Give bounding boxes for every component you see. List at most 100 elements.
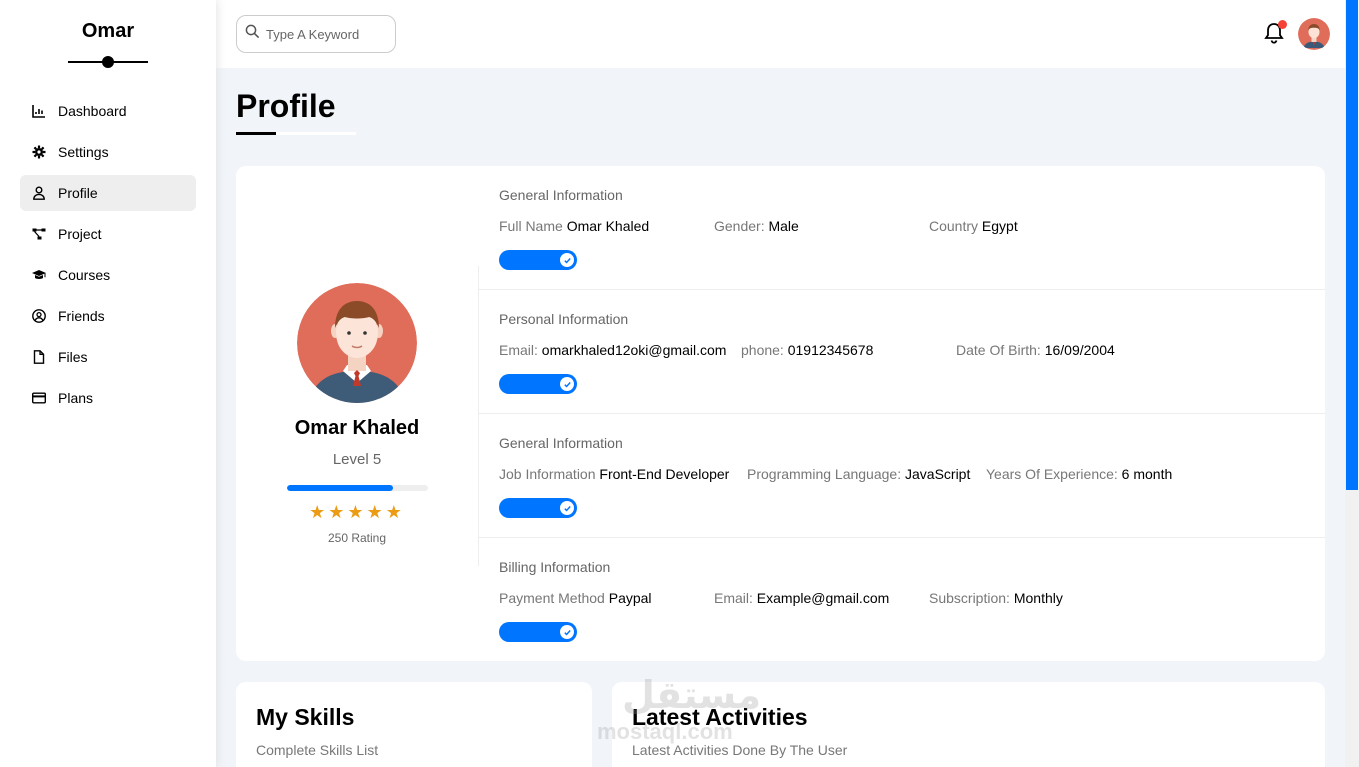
- field-label: Email:: [499, 342, 538, 358]
- field-label: Subscription:: [929, 590, 1010, 606]
- rating-count: 250 Rating: [327, 531, 387, 545]
- info-field: Gender: Male: [714, 218, 799, 234]
- field-label: Gender:: [714, 218, 765, 234]
- check-icon: [560, 377, 574, 391]
- brand-title: Omar: [81, 20, 135, 42]
- check-icon: [560, 625, 574, 639]
- skills-card: My Skills Complete Skills List: [236, 682, 592, 767]
- profile-level: Level 5: [332, 451, 382, 468]
- sidebar-item-project[interactable]: Project: [20, 216, 196, 252]
- diagram-icon: [32, 227, 46, 241]
- field-label: Date Of Birth:: [956, 342, 1041, 358]
- sidebar-item-label: Plans: [58, 390, 94, 406]
- info-field: Payment Method Paypal: [499, 590, 652, 606]
- sidebar-nav: Dashboard Settings Profile Project Cours…: [20, 93, 196, 421]
- graduation-cap-icon: [32, 268, 46, 282]
- page-title: Profile: [236, 88, 336, 124]
- sidebar-item-label: Files: [58, 349, 88, 365]
- field-value: JavaScript: [905, 466, 971, 482]
- info-section-personal: Personal Information Email: omarkhaled12…: [479, 290, 1325, 414]
- search-box[interactable]: [236, 15, 396, 53]
- section-toggle[interactable]: [499, 250, 577, 270]
- scrollbar-thumb[interactable]: [1346, 0, 1358, 490]
- watermark-arabic: مستقل: [622, 673, 761, 717]
- field-label: Country: [929, 218, 979, 234]
- field-value: Omar Khaled: [566, 218, 650, 234]
- sidebar-item-dashboard[interactable]: Dashboard: [20, 93, 196, 129]
- search-icon: [245, 24, 260, 44]
- sidebar-item-label: Dashboard: [58, 103, 127, 119]
- gear-icon: [32, 145, 46, 159]
- star-icon: ★: [385, 502, 405, 522]
- section-toggle[interactable]: [499, 374, 577, 394]
- info-field: Country Egypt: [929, 218, 1018, 234]
- info-section-billing: Billing Information Payment Method Paypa…: [479, 538, 1325, 662]
- rating-stars: ★★★★★: [236, 502, 478, 523]
- info-field: Subscription: Monthly: [929, 590, 1063, 606]
- sidebar-item-label: Settings: [58, 144, 109, 160]
- field-label: Full Name: [499, 218, 563, 234]
- star-icon: ★: [347, 502, 367, 522]
- info-field: Email: Example@gmail.com: [714, 590, 889, 606]
- field-label: Payment Method: [499, 590, 605, 606]
- info-field: Years Of Experience: 6 month: [986, 466, 1172, 482]
- sidebar-item-profile[interactable]: Profile: [20, 175, 196, 211]
- sidebar-item-label: Courses: [58, 267, 111, 283]
- user-circle-icon: [32, 309, 46, 323]
- avatar[interactable]: [1298, 18, 1330, 50]
- field-value: Paypal: [608, 590, 652, 606]
- field-label: Years Of Experience:: [986, 466, 1118, 482]
- sidebar-item-label: Friends: [58, 308, 105, 324]
- check-icon: [560, 253, 574, 267]
- section-toggle[interactable]: [499, 622, 577, 642]
- field-label: phone:: [741, 342, 784, 358]
- file-icon: [32, 350, 46, 364]
- sidebar: Omar Dashboard Settings Profile Project: [0, 0, 216, 767]
- field-label: Programming Language:: [747, 466, 902, 482]
- field-value: Male: [768, 218, 799, 234]
- sidebar-item-friends[interactable]: Friends: [20, 298, 196, 334]
- profile-card: Omar Khaled Level 5 ★★★★★ 250 Rating Gen…: [236, 166, 1325, 661]
- level-progress-bar: [287, 485, 428, 491]
- search-input[interactable]: [266, 26, 386, 42]
- card-title: My Skills: [256, 704, 355, 730]
- info-field: Programming Language: JavaScript: [747, 466, 970, 482]
- user-icon: [32, 186, 46, 200]
- field-value: omarkhaled12oki@gmail.com: [541, 342, 727, 358]
- info-field: phone: 01912345678: [741, 342, 873, 358]
- sidebar-item-settings[interactable]: Settings: [20, 134, 196, 170]
- field-value: 16/09/2004: [1044, 342, 1115, 358]
- sidebar-item-courses[interactable]: Courses: [20, 257, 196, 293]
- top-header: [216, 0, 1345, 68]
- info-field: Job Information Front-End Developer: [499, 466, 729, 482]
- star-icon: ★: [328, 502, 348, 522]
- field-label: Email:: [714, 590, 753, 606]
- brand-divider-dot: [102, 56, 114, 68]
- star-icon: ★: [309, 502, 329, 522]
- section-title: General Information: [499, 187, 623, 203]
- section-toggle[interactable]: [499, 498, 577, 518]
- field-value: 6 month: [1121, 466, 1173, 482]
- sidebar-item-files[interactable]: Files: [20, 339, 196, 375]
- sidebar-item-plans[interactable]: Plans: [20, 380, 196, 416]
- info-section-general: General Information Full Name Omar Khale…: [479, 166, 1325, 290]
- info-field: Full Name Omar Khaled: [499, 218, 649, 234]
- field-label: Job Information: [499, 466, 596, 482]
- credit-card-icon: [32, 391, 46, 405]
- field-value: Monthly: [1013, 590, 1063, 606]
- card-subtitle: Complete Skills List: [256, 742, 379, 758]
- field-value: 01912345678: [787, 342, 874, 358]
- profile-avatar: [297, 283, 417, 403]
- info-section-job: General Information Job Information Fron…: [479, 414, 1325, 538]
- sidebar-item-label: Profile: [58, 185, 98, 201]
- chart-icon: [32, 104, 46, 118]
- watermark-latin: mostaql.com: [597, 719, 733, 744]
- field-value: Example@gmail.com: [756, 590, 890, 606]
- profile-name: Omar Khaled: [294, 417, 420, 439]
- info-field: Date Of Birth: 16/09/2004: [956, 342, 1115, 358]
- section-title: Personal Information: [499, 311, 629, 327]
- info-field: Email: omarkhaled12oki@gmail.com: [499, 342, 726, 358]
- check-icon: [560, 501, 574, 515]
- sidebar-item-label: Project: [58, 226, 102, 242]
- level-progress-fill: [287, 485, 393, 491]
